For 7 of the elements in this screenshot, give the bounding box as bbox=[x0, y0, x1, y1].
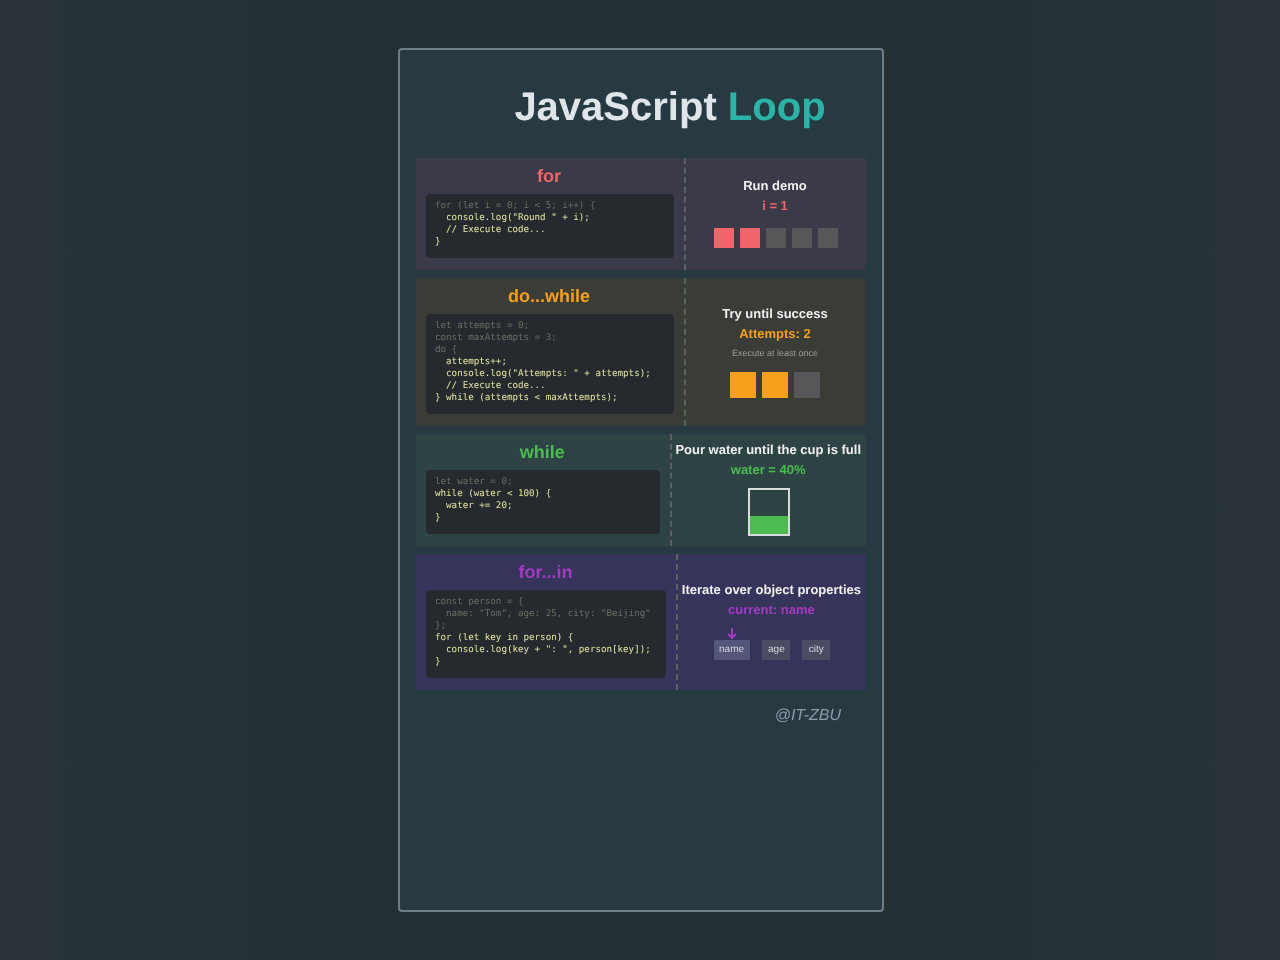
loop-heading: for bbox=[537, 166, 561, 186]
loop-heading: while bbox=[519, 442, 565, 462]
loop-heading: do...while bbox=[507, 286, 590, 306]
title-accent: Loop bbox=[727, 86, 826, 130]
title: JavaScript bbox=[514, 86, 717, 130]
loop-heading: for...in bbox=[518, 562, 573, 582]
author-credit: @IT-ZBU bbox=[774, 706, 841, 724]
